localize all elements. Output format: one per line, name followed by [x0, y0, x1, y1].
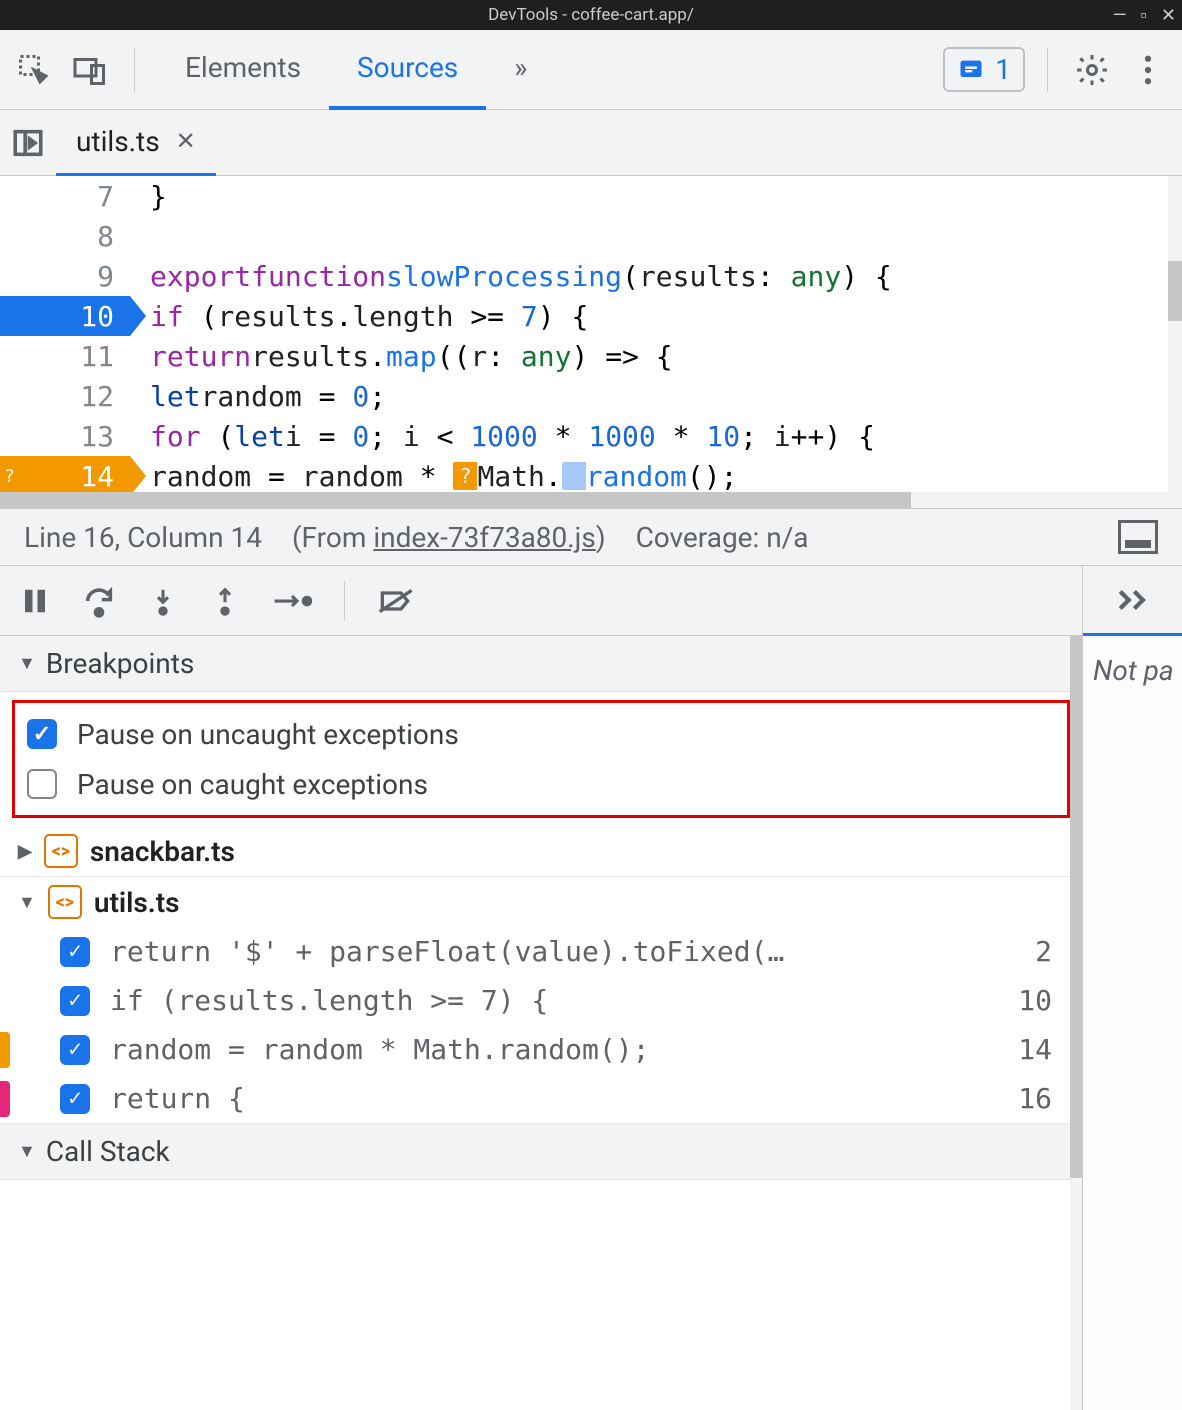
breakpoint-row[interactable]: if (results.length >= 7) {10 [0, 976, 1082, 1025]
window-title: DevTools - coffee-cart.app/ [488, 5, 694, 25]
step-into-icon[interactable] [148, 584, 178, 618]
breakpoint-checkbox[interactable] [60, 937, 90, 967]
file-tabs-bar: utils.ts ✕ [0, 110, 1182, 176]
close-window-icon[interactable]: ✕ [1161, 5, 1176, 26]
line-number[interactable]: 9 [0, 256, 130, 296]
close-tab-icon[interactable]: ✕ [176, 127, 196, 155]
source-map-link[interactable]: index-73f73a80.js [373, 521, 595, 554]
debug-toolbar [0, 566, 1082, 636]
breakpoint-row[interactable]: return {16 [0, 1074, 1082, 1123]
line-number[interactable]: 8 [0, 216, 130, 256]
settings-icon[interactable] [1070, 48, 1114, 92]
pause-caught-checkbox[interactable] [27, 769, 57, 799]
line-number[interactable]: 14? [0, 456, 130, 496]
pause-uncaught-row[interactable]: Pause on uncaught exceptions [23, 709, 1059, 759]
callstack-section-header[interactable]: ▼ Call Stack [0, 1124, 1082, 1180]
coverage-status: Coverage: n/a [636, 521, 809, 554]
collapse-triangle-icon: ▼ [18, 653, 36, 674]
code-line[interactable]: for (let i = 0; i < 1000 * 1000 * 10; i+… [150, 416, 1182, 456]
code-editor[interactable]: 7891011121314?1516·· }export function sl… [0, 176, 1182, 508]
step-over-icon[interactable] [82, 584, 116, 618]
breakpoint-checkbox[interactable] [60, 986, 90, 1016]
line-number[interactable]: 11 [0, 336, 130, 376]
line-number[interactable]: 13 [0, 416, 130, 456]
window-titlebar: DevTools - coffee-cart.app/ — ▫ ✕ [0, 0, 1182, 30]
exception-breakpoints-box: Pause on uncaught exceptions Pause on ca… [12, 700, 1070, 818]
debugger-right-panel: Not pa [1082, 566, 1182, 1410]
file-tab-utils[interactable]: utils.ts ✕ [56, 110, 216, 176]
breakpoint-checkbox[interactable] [60, 1084, 90, 1114]
breakpoint-row[interactable]: return '$' + parseFloat(value).toFixed(…… [0, 927, 1082, 976]
tab-sources[interactable]: Sources [329, 30, 486, 110]
breakpoint-row[interactable]: random = random * Math.random();14 [0, 1025, 1082, 1074]
collapse-triangle-icon: ▼ [18, 1141, 36, 1162]
breakpoint-checkbox[interactable] [60, 1035, 90, 1065]
inspect-icon[interactable] [12, 48, 56, 92]
main-toolbar: Elements Sources » 1 [0, 30, 1182, 110]
breakpoints-section-header[interactable]: ▼ Breakpoints [0, 636, 1082, 692]
line-number[interactable]: 7 [0, 176, 130, 216]
cursor-position: Line 16, Column 14 [24, 521, 262, 554]
line-number[interactable]: 10 [0, 296, 130, 336]
code-line[interactable] [150, 216, 1182, 256]
code-line[interactable]: return results.map((r: any) => { [150, 336, 1182, 376]
right-panel-more-icon[interactable] [1083, 566, 1182, 636]
collapse-bottom-icon[interactable] [1118, 520, 1158, 554]
code-line[interactable]: random = random * ?Math.random(); [150, 456, 1182, 496]
kebab-menu-icon[interactable] [1126, 48, 1170, 92]
horizontal-scrollbar[interactable] [0, 492, 1168, 508]
tab-elements[interactable]: Elements [157, 30, 329, 110]
maximize-icon[interactable]: ▫ [1141, 5, 1147, 26]
code-line[interactable]: let random = 0; [150, 376, 1182, 416]
code-line[interactable]: export function slowProcessing(results: … [150, 256, 1182, 296]
status-bar: Line 16, Column 14 (From index-73f73a80.… [0, 508, 1182, 566]
vertical-scrollbar[interactable] [1168, 176, 1182, 508]
pause-icon[interactable] [20, 584, 50, 618]
navigator-toggle-icon[interactable] [0, 115, 56, 171]
step-out-icon[interactable] [210, 584, 240, 618]
pause-uncaught-checkbox[interactable] [27, 719, 57, 749]
line-number[interactable]: 12 [0, 376, 130, 416]
not-paused-message: Not pa [1083, 636, 1182, 705]
more-tabs-icon[interactable]: » [486, 30, 555, 110]
step-icon[interactable] [272, 587, 312, 615]
minimize-icon[interactable]: — [1112, 5, 1126, 26]
device-toggle-icon[interactable] [68, 48, 112, 92]
bp-file-header[interactable]: ▼<>utils.ts [0, 877, 1082, 927]
code-line[interactable]: } [150, 176, 1182, 216]
issues-badge[interactable]: 1 [943, 47, 1025, 92]
bp-file-header[interactable]: ▶<>snackbar.ts [0, 826, 1082, 876]
pause-caught-row[interactable]: Pause on caught exceptions [23, 759, 1059, 809]
deactivate-breakpoints-icon[interactable] [377, 585, 417, 617]
code-line[interactable]: if (results.length >= 7) { [150, 296, 1182, 336]
